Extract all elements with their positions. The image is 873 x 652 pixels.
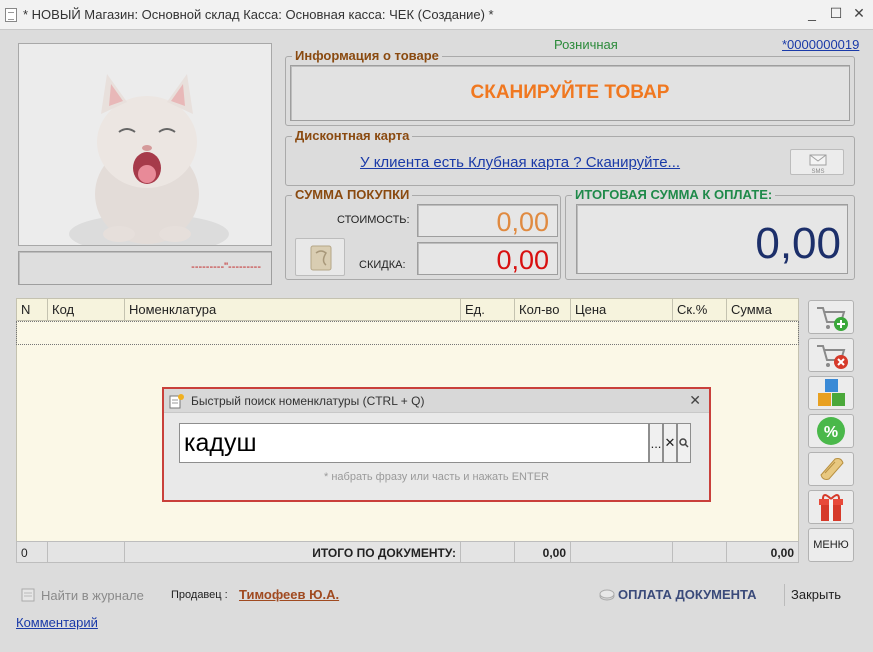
remove-from-cart-button[interactable] <box>808 338 854 372</box>
add-to-cart-button[interactable] <box>808 300 854 334</box>
comment-link[interactable]: Комментарий <box>16 615 98 630</box>
quick-search-header: Быстрый поиск номенклатуры (CTRL + Q) ✕ <box>164 389 709 413</box>
menu-button[interactable]: МЕНЮ <box>808 528 854 562</box>
photo-caption: ---------"--------- <box>191 261 261 273</box>
discount-percent-button[interactable]: % <box>808 414 854 448</box>
search-document-icon <box>169 393 184 408</box>
pay-document-button[interactable]: ОПЛАТА ДОКУМЕНТА <box>598 587 757 602</box>
search-clear-button[interactable]: ✕ <box>663 423 677 463</box>
magnifier-icon <box>679 438 689 448</box>
find-in-journal-link[interactable]: Найти в журнале <box>20 587 144 603</box>
discount-card-group: Дисконтная карта У клиента есть Клубная … <box>285 128 855 186</box>
col-unit[interactable]: Ед. <box>460 298 515 321</box>
document-number-link[interactable]: *0000000019 <box>782 37 859 52</box>
kitten-image <box>19 44 271 245</box>
footer-qty-total: 0,00 <box>515 542 571 562</box>
search-select-button[interactable]: ... <box>649 423 663 463</box>
footer-empty-discount <box>673 542 727 562</box>
svg-text:%: % <box>824 424 838 441</box>
close-dialog-button[interactable]: ✕ <box>689 392 701 409</box>
certificate-icon <box>310 245 332 271</box>
items-table: N Код Номенклатура Ед. Кол-во Цена Ск.% … <box>16 298 799 321</box>
scroll-icon <box>820 458 844 480</box>
cart-remove-icon <box>817 345 848 369</box>
close-button[interactable]: Закрыть <box>791 587 841 602</box>
table-selected-row[interactable] <box>16 321 799 345</box>
cost-label: СТОИМОСТЬ: <box>337 214 410 226</box>
blocks-icon <box>818 379 845 406</box>
total-payment-label: ИТОГОВАЯ СУММА К ОПЛАТЕ: <box>572 187 776 202</box>
scan-prompt: СКАНИРУЙТЕ ТОВАР <box>470 82 670 103</box>
scan-area: СКАНИРУЙТЕ ТОВАР <box>290 65 850 121</box>
footer-count: 0 <box>17 542 48 562</box>
search-go-button[interactable] <box>677 423 691 463</box>
purchase-sum-group: СУММА ПОКУПКИ СТОИМОСТЬ: 0,00 СКИДКА: 0,… <box>285 187 561 280</box>
maximize-button[interactable]: ☐ <box>826 5 846 22</box>
minimize-button[interactable]: _ <box>802 5 822 21</box>
total-value: 0,00 <box>755 219 841 268</box>
product-photo <box>18 43 272 246</box>
discount-label: СКИДКА: <box>359 259 406 271</box>
discount-value: 0,00 <box>496 245 549 275</box>
quick-search-dialog: Быстрый поиск номенклатуры (CTRL + Q) ✕ … <box>162 387 711 502</box>
discount-value-box: 0,00 <box>417 242 558 275</box>
journal-icon <box>21 588 35 602</box>
col-sum[interactable]: Сумма <box>726 298 799 321</box>
pay-document-label: ОПЛАТА ДОКУМЕНТА <box>618 587 757 602</box>
col-discount-pct[interactable]: Ск.% <box>672 298 727 321</box>
product-info-label: Информация о товаре <box>292 48 442 63</box>
club-card-link[interactable]: У клиента есть Клубная карта ? Сканируйт… <box>360 154 680 171</box>
gift-certificate-button[interactable] <box>295 238 345 276</box>
product-info-group: Информация о товаре СКАНИРУЙТЕ ТОВАР <box>285 48 855 126</box>
total-payment-group: ИТОГОВАЯ СУММА К ОПЛАТЕ: 0,00 <box>565 187 855 280</box>
document-icon <box>5 7 17 22</box>
col-code[interactable]: Код <box>47 298 125 321</box>
discount-card-label: Дисконтная карта <box>292 128 413 143</box>
envelope-icon: SMS <box>809 154 827 175</box>
purchase-sum-label: СУММА ПОКУПКИ <box>292 187 413 202</box>
total-value-box: 0,00 <box>576 204 848 274</box>
footer-empty-code <box>48 542 125 562</box>
col-n[interactable]: N <box>16 298 48 321</box>
gift-icon <box>819 494 843 521</box>
close-window-button[interactable]: ✕ <box>849 5 869 22</box>
col-price[interactable]: Цена <box>570 298 673 321</box>
footer-sum-total: 0,00 <box>770 546 794 560</box>
sms-button[interactable]: SMS <box>790 149 844 175</box>
gift-button[interactable] <box>808 490 854 524</box>
money-icon <box>599 589 615 600</box>
title-bar: * НОВЫЙ Магазин: Основной склад Касса: О… <box>0 0 873 30</box>
footer-total-label: ИТОГО ПО ДОКУМЕНТУ: <box>125 542 461 562</box>
photo-caption-box: ---------"--------- <box>18 251 272 285</box>
blocks-button[interactable] <box>808 376 854 410</box>
find-in-journal-label: Найти в журнале <box>41 587 144 603</box>
scroll-button[interactable] <box>808 452 854 486</box>
seller-name-link[interactable]: Тимофеев Ю.А. <box>239 587 339 602</box>
percent-icon: % <box>817 417 845 445</box>
window-title: * НОВЫЙ Магазин: Основной склад Касса: О… <box>23 7 494 22</box>
price-type-label: Розничная <box>554 37 618 52</box>
col-quantity[interactable]: Кол-во <box>514 298 571 321</box>
cart-add-icon <box>817 307 848 331</box>
cost-value-box: 0,00 <box>417 204 558 237</box>
cost-value: 0,00 <box>496 207 549 237</box>
footer-divider <box>784 584 785 606</box>
quick-search-input[interactable]: кадуш <box>179 423 649 463</box>
footer-empty-unit <box>461 542 515 562</box>
table-footer: 0 ИТОГО ПО ДОКУМЕНТУ: 0,00 0,00 <box>16 541 799 563</box>
quick-search-hint: * набрать фразу или часть и нажать ENTER <box>324 471 549 483</box>
sms-label: SMS <box>811 169 824 175</box>
footer-empty-price <box>571 542 673 562</box>
seller-label: Продавец : <box>171 589 228 601</box>
col-nomenclature[interactable]: Номенклатура <box>124 298 461 321</box>
quick-search-title: Быстрый поиск номенклатуры (CTRL + Q) <box>191 393 425 408</box>
